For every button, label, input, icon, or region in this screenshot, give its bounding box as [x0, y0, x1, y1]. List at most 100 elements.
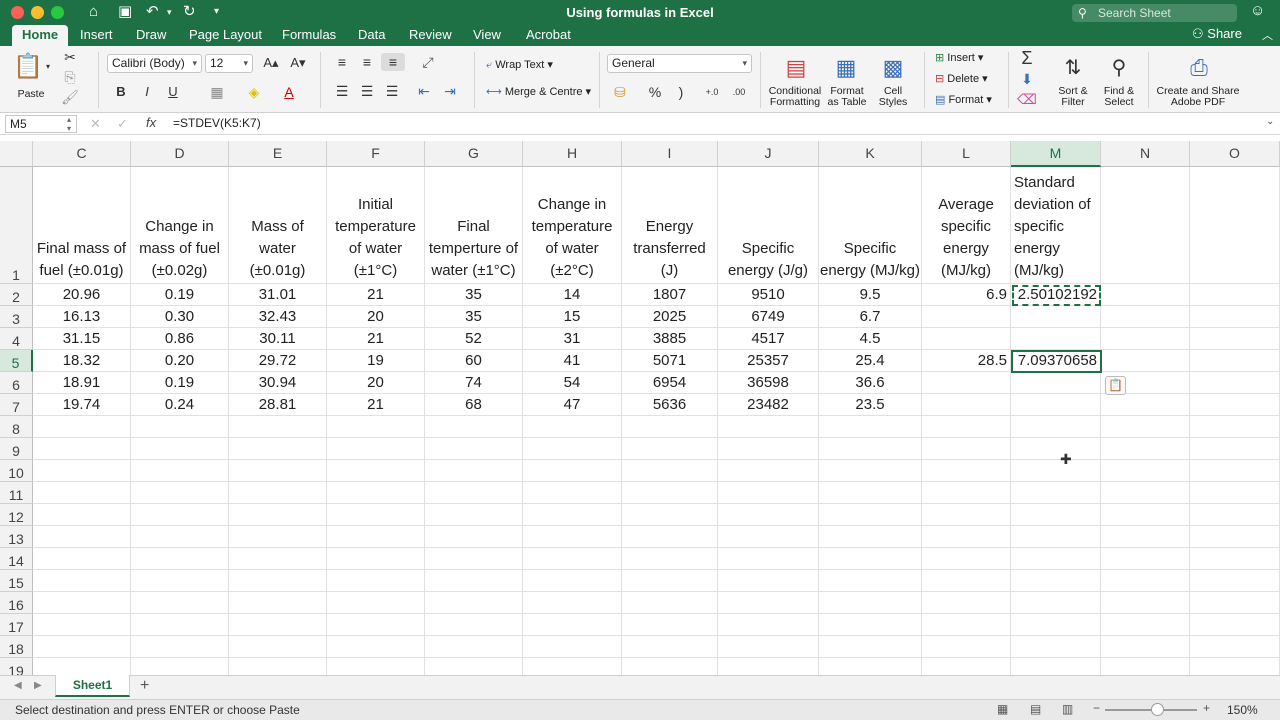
- cell-k11[interactable]: [819, 482, 922, 504]
- tab-data[interactable]: Data: [348, 25, 395, 46]
- cell-d2[interactable]: 0.19: [131, 284, 229, 306]
- page-break-view-icon[interactable]: ▥: [1062, 702, 1073, 716]
- cell-j4[interactable]: 4517: [718, 328, 819, 350]
- cell-f17[interactable]: [327, 614, 425, 636]
- column-header-o[interactable]: O: [1190, 141, 1280, 167]
- cut-icon[interactable]: ✂: [60, 48, 80, 66]
- cell-c3[interactable]: 16.13: [33, 306, 131, 328]
- cell-k15[interactable]: [819, 570, 922, 592]
- cell-c2[interactable]: 20.96: [33, 284, 131, 306]
- cell-f5[interactable]: 19: [327, 350, 425, 372]
- row-header-15[interactable]: 15: [0, 570, 33, 592]
- cell-o10[interactable]: [1190, 460, 1280, 482]
- cell-i13[interactable]: [622, 526, 718, 548]
- cell-h12[interactable]: [523, 504, 622, 526]
- cell-d15[interactable]: [131, 570, 229, 592]
- cell-f4[interactable]: 21: [327, 328, 425, 350]
- cell-d4[interactable]: 0.86: [131, 328, 229, 350]
- row-header-6[interactable]: 6: [0, 372, 33, 394]
- cell-d13[interactable]: [131, 526, 229, 548]
- cell-f7[interactable]: 21: [327, 394, 425, 416]
- cell-l5[interactable]: 28.5: [922, 350, 1011, 372]
- cell-l7[interactable]: [922, 394, 1011, 416]
- expand-formula-icon[interactable]: ⌄: [1266, 116, 1274, 127]
- autosum-icon[interactable]: Σ: [1016, 49, 1038, 67]
- cell-k9[interactable]: [819, 438, 922, 460]
- cell-m3[interactable]: [1011, 306, 1101, 328]
- cell-o11[interactable]: [1190, 482, 1280, 504]
- search-sheet-input[interactable]: ⚲ Search Sheet: [1072, 4, 1237, 22]
- cell-j11[interactable]: [718, 482, 819, 504]
- fill-icon[interactable]: ⬇: [1016, 70, 1038, 88]
- cell-k18[interactable]: [819, 636, 922, 658]
- cell-o4[interactable]: [1190, 328, 1280, 350]
- cell-c11[interactable]: [33, 482, 131, 504]
- tab-review[interactable]: Review: [399, 25, 462, 46]
- cell-i1[interactable]: Energy transferred (J): [622, 167, 718, 284]
- align-right-icon[interactable]: ☰: [382, 82, 402, 100]
- cell-n2[interactable]: [1101, 284, 1190, 306]
- cell-i8[interactable]: [622, 416, 718, 438]
- cell-d10[interactable]: [131, 460, 229, 482]
- cell-f3[interactable]: 20: [327, 306, 425, 328]
- orientation-icon[interactable]: ⤢: [415, 53, 441, 71]
- row-header-2[interactable]: 2: [0, 284, 33, 306]
- cell-i10[interactable]: [622, 460, 718, 482]
- cell-c18[interactable]: [33, 636, 131, 658]
- cell-g3[interactable]: 35: [425, 306, 523, 328]
- cell-f18[interactable]: [327, 636, 425, 658]
- row-header-16[interactable]: 16: [0, 592, 33, 614]
- cell-e12[interactable]: [229, 504, 327, 526]
- column-header-c[interactable]: C: [33, 141, 131, 167]
- cell-o3[interactable]: [1190, 306, 1280, 328]
- find-select-button[interactable]: ⚲ Find & Select: [1098, 52, 1140, 110]
- cancel-formula-icon[interactable]: ✕: [90, 116, 101, 132]
- cell-h18[interactable]: [523, 636, 622, 658]
- cell-i7[interactable]: 5636: [622, 394, 718, 416]
- paste-options-icon[interactable]: 📋: [1105, 376, 1126, 395]
- cell-h1[interactable]: Change in temperature of water (±2°C): [523, 167, 622, 284]
- cell-j10[interactable]: [718, 460, 819, 482]
- align-center-icon[interactable]: ☰: [357, 82, 377, 100]
- align-bottom-icon[interactable]: ≡: [381, 53, 405, 71]
- cell-c13[interactable]: [33, 526, 131, 548]
- row-header-1[interactable]: 1: [0, 167, 33, 284]
- cell-h5[interactable]: 41: [523, 350, 622, 372]
- sort-filter-button[interactable]: ⇅ Sort & Filter: [1052, 52, 1094, 110]
- cell-g11[interactable]: [425, 482, 523, 504]
- cell-m15[interactable]: [1011, 570, 1101, 592]
- cell-l12[interactable]: [922, 504, 1011, 526]
- cell-l17[interactable]: [922, 614, 1011, 636]
- cell-m13[interactable]: [1011, 526, 1101, 548]
- cell-k1[interactable]: Specific energy (MJ/kg): [819, 167, 922, 284]
- cell-g4[interactable]: 52: [425, 328, 523, 350]
- cell-g5[interactable]: 60: [425, 350, 523, 372]
- cell-h3[interactable]: 15: [523, 306, 622, 328]
- column-header-d[interactable]: D: [131, 141, 229, 167]
- cell-d9[interactable]: [131, 438, 229, 460]
- tab-page-layout[interactable]: Page Layout: [179, 25, 272, 46]
- row-header-4[interactable]: 4: [0, 328, 33, 350]
- cell-e15[interactable]: [229, 570, 327, 592]
- cell-k13[interactable]: [819, 526, 922, 548]
- cell-g16[interactable]: [425, 592, 523, 614]
- cell-j16[interactable]: [718, 592, 819, 614]
- cell-i17[interactable]: [622, 614, 718, 636]
- cell-j17[interactable]: [718, 614, 819, 636]
- cell-n7[interactable]: [1101, 394, 1190, 416]
- cell-e11[interactable]: [229, 482, 327, 504]
- cell-j13[interactable]: [718, 526, 819, 548]
- cell-e6[interactable]: 30.94: [229, 372, 327, 394]
- zoom-out-icon[interactable]: −: [1093, 701, 1100, 715]
- cell-m12[interactable]: [1011, 504, 1101, 526]
- accounting-format-icon[interactable]: ⛁: [607, 83, 633, 101]
- cell-h2[interactable]: 14: [523, 284, 622, 306]
- cell-h10[interactable]: [523, 460, 622, 482]
- column-header-l[interactable]: L: [922, 141, 1011, 167]
- cell-f8[interactable]: [327, 416, 425, 438]
- row-header-11[interactable]: 11: [0, 482, 33, 504]
- cell-i18[interactable]: [622, 636, 718, 658]
- cell-l9[interactable]: [922, 438, 1011, 460]
- cell-o7[interactable]: [1190, 394, 1280, 416]
- cell-e10[interactable]: [229, 460, 327, 482]
